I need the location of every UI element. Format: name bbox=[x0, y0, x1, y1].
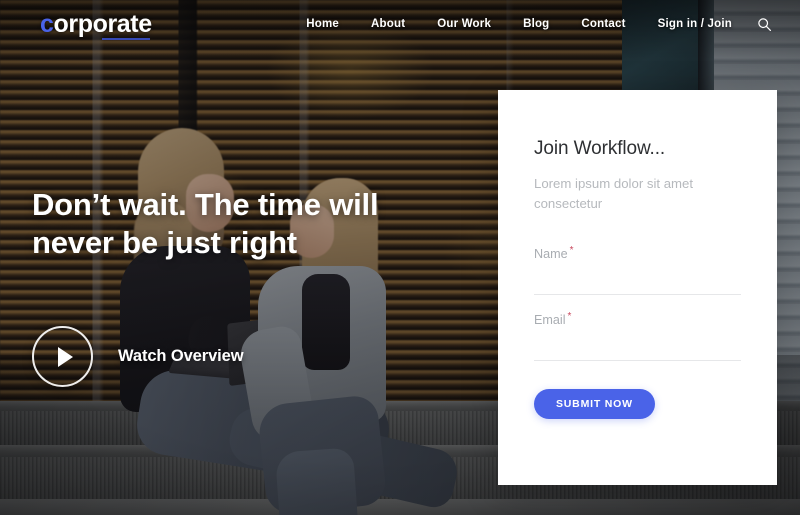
brand-underline bbox=[102, 37, 150, 40]
email-required-marker: * bbox=[567, 311, 572, 323]
name-required-marker: * bbox=[569, 245, 574, 257]
signup-form-panel: Join Workflow... Lorem ipsum dolor sit a… bbox=[498, 90, 777, 485]
brand-rest: orporate bbox=[53, 9, 153, 38]
form-title: Join Workflow... bbox=[534, 138, 666, 159]
email-input[interactable] bbox=[534, 330, 741, 362]
play-icon bbox=[32, 326, 93, 387]
name-field-label: Name * bbox=[534, 245, 741, 261]
nav-item-blog[interactable]: Blog bbox=[507, 18, 565, 30]
nav-item-our-work[interactable]: Our Work bbox=[421, 18, 507, 30]
nav-item-contact[interactable]: Contact bbox=[565, 18, 641, 30]
submit-row: SUBMIT NOW bbox=[534, 389, 741, 420]
submit-now-button[interactable]: SUBMIT NOW bbox=[534, 389, 655, 420]
nav-item-about[interactable]: About bbox=[355, 18, 421, 30]
name-input[interactable] bbox=[534, 264, 741, 296]
search-icon[interactable] bbox=[752, 12, 776, 36]
watch-overview-button[interactable]: Watch Overview bbox=[32, 326, 244, 387]
brand-accent-letter: c bbox=[40, 9, 54, 38]
site-header: corporate Home About Our Work Blog Conta… bbox=[0, 0, 800, 48]
email-field-group: Email * bbox=[534, 311, 741, 362]
landing-page: corporate Home About Our Work Blog Conta… bbox=[0, 0, 800, 515]
brand-logo[interactable]: corporate bbox=[40, 9, 153, 40]
watch-overview-label: Watch Overview bbox=[118, 347, 244, 365]
nav-item-sign-in-join[interactable]: Sign in / Join bbox=[642, 18, 746, 30]
email-label-text: Email bbox=[534, 313, 566, 328]
name-field-group: Name * bbox=[534, 245, 741, 296]
hero-copy: Don’t wait. The time will never be just … bbox=[32, 186, 462, 263]
main-navigation: Home About Our Work Blog Contact Sign in… bbox=[290, 12, 776, 36]
nav-item-home[interactable]: Home bbox=[290, 18, 355, 30]
form-subtitle: Lorem ipsum dolor sit amet consectetur bbox=[534, 176, 694, 211]
hero-headline: Don’t wait. The time will never be just … bbox=[32, 187, 379, 261]
email-field-label: Email * bbox=[534, 311, 741, 327]
name-label-text: Name bbox=[534, 247, 568, 262]
